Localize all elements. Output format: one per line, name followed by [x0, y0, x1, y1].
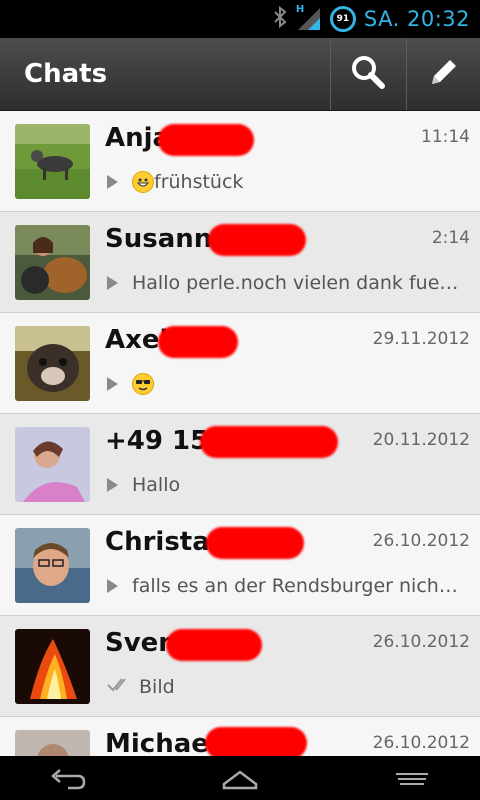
redaction-mark [158, 326, 238, 358]
network-type: H [295, 4, 305, 15]
back-icon [51, 769, 86, 790]
play-icon [107, 377, 118, 391]
play-icon [107, 175, 118, 189]
redaction-mark [166, 629, 262, 661]
chat-preview [107, 371, 462, 397]
chat-time: 26.10.2012 [372, 733, 470, 753]
action-bar: Chats [0, 38, 480, 111]
chat-row-phone[interactable]: +49 152 20.11.2012 Hallo [0, 414, 480, 515]
chat-row-christan[interactable]: Christan 26.10.2012 falls es an der Rend… [0, 515, 480, 616]
chat-time: 2:14 [431, 228, 470, 248]
chat-list[interactable]: Anja 11:14 frühstück Susanne 2:14 Hallo … [0, 111, 480, 756]
battery-icon: 91 [329, 6, 356, 32]
back-button[interactable] [48, 764, 88, 792]
chat-time: 11:14 [421, 127, 470, 147]
compose-icon [426, 54, 462, 94]
play-icon [107, 579, 118, 593]
chat-time: 26.10.2012 [372, 632, 470, 652]
search-button[interactable] [330, 38, 405, 110]
home-button[interactable] [220, 764, 260, 792]
chat-preview-text: frühstück [154, 171, 244, 193]
chat-preview-text: falls es an der Rendsburger nicht so... [132, 575, 462, 597]
compose-button[interactable] [406, 38, 480, 110]
play-icon [107, 478, 118, 492]
search-icon [350, 54, 386, 94]
avatar [15, 225, 90, 300]
chat-preview: frühstück [107, 169, 462, 195]
chat-row-axel[interactable]: Axel 29.11.2012 [0, 313, 480, 414]
page-title: Chats [24, 59, 108, 89]
chat-row-susanne[interactable]: Susanne 2:14 Hallo perle.noch vielen dan… [0, 212, 480, 313]
battery-level: 91 [336, 14, 350, 24]
home-icon [222, 770, 258, 790]
chat-preview: Hallo [107, 472, 462, 498]
chat-time: 20.11.2012 [372, 430, 470, 450]
avatar [15, 629, 90, 704]
chat-preview: Hallo perle.noch vielen dank fuer da... [107, 270, 462, 296]
grinning-emoji-icon [132, 171, 154, 193]
navigation-bar [0, 756, 480, 800]
redaction-mark [200, 426, 338, 458]
chat-row-sven[interactable]: Sven 26.10.2012 Bild [0, 616, 480, 717]
chat-preview-text: Hallo [132, 474, 181, 496]
chat-row-michael[interactable]: Michael 26.10.2012 [0, 717, 480, 756]
avatar [15, 124, 90, 199]
recent-apps-button[interactable] [392, 764, 432, 792]
avatar [15, 326, 90, 401]
chat-preview: falls es an der Rendsburger nicht so... [107, 573, 462, 599]
chat-row-anja[interactable]: Anja 11:14 frühstück [0, 111, 480, 212]
avatar [15, 427, 90, 502]
avatar [15, 730, 90, 756]
redaction-mark [206, 527, 304, 559]
avatar [15, 528, 90, 603]
play-icon [107, 276, 118, 290]
chat-preview-text: Hallo perle.noch vielen dank fuer da... [132, 272, 462, 294]
double-check-icon [107, 676, 131, 699]
status-bar: H 91 SA. 20:32 [0, 0, 480, 38]
chat-preview-text: Bild [139, 676, 175, 698]
chat-preview: Bild [107, 674, 462, 700]
signal-icon: H [295, 4, 322, 32]
chat-time: 29.11.2012 [372, 329, 470, 349]
sunglasses-emoji-icon [132, 373, 154, 395]
chat-time: 26.10.2012 [372, 531, 470, 551]
redaction-mark [205, 727, 307, 756]
redaction-mark [158, 124, 254, 156]
redaction-mark [208, 224, 306, 256]
status-time: SA. 20:32 [363, 7, 470, 31]
bluetooth-icon [272, 5, 288, 33]
recent-apps-icon [396, 773, 428, 785]
chat-name: Michael [105, 729, 218, 756]
